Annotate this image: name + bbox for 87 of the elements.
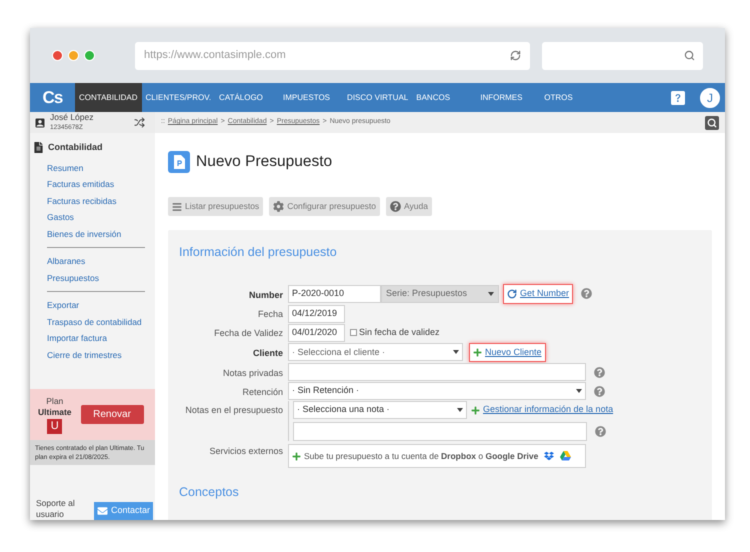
link-button[interactable]: Get Number (503, 284, 574, 304)
document-icon (168, 150, 190, 173)
contact-button[interactable]: Contactar (94, 502, 153, 520)
user-name: José López (50, 113, 94, 122)
settings-icon (273, 201, 284, 212)
notes-textarea[interactable] (288, 363, 586, 381)
nav-tab[interactable]: OTROS (540, 83, 604, 112)
renew-button[interactable]: Renovar (80, 405, 144, 424)
help-icon[interactable] (594, 386, 605, 396)
link-button[interactable]: Nuevo Cliente (469, 342, 546, 362)
nav-tab[interactable]: INFORMES (476, 83, 540, 112)
client-select[interactable]: · Selecciona el cliente · (288, 343, 463, 362)
sidebar-link[interactable]: Bienes de inversión (47, 226, 145, 242)
dropbox-icon (544, 451, 554, 461)
field-label: Servicios externos (209, 445, 283, 458)
toolbar-button[interactable]: Configurar presupuesto (269, 197, 380, 216)
section-heading: Conceptos (179, 484, 240, 500)
field-label: Notas en el presupuesto (185, 404, 283, 417)
sidebar-link[interactable]: Resumen (47, 160, 145, 176)
sidebar-link[interactable]: Facturas recibidas (47, 192, 145, 209)
plus-icon (473, 348, 482, 357)
plan-badge: U (47, 418, 62, 434)
refresh-icon (507, 288, 517, 299)
plus-icon (471, 406, 480, 414)
sidebar-link[interactable]: Exportar (47, 297, 145, 314)
sidebar-link[interactable]: Cierre de trimestres (47, 346, 145, 363)
url-field[interactable]: https://www.contasimple.com (135, 42, 530, 70)
help-icon (390, 201, 402, 212)
caret-icon (457, 408, 463, 412)
sidebar-link[interactable]: Presupuestos (47, 270, 145, 286)
series-select[interactable]: Serie: Presupuestos (381, 284, 499, 303)
retention-select[interactable]: · Sin Retención · (288, 382, 586, 400)
sidebar-link[interactable]: Gastos (47, 209, 145, 226)
sidebar-link[interactable]: Albaranes (47, 253, 145, 270)
checkbox[interactable] (350, 329, 357, 336)
plan-label: Plan (46, 396, 64, 406)
support-label: Soporte al usuario (36, 498, 76, 520)
search-button[interactable] (705, 116, 719, 130)
nav-tab[interactable]: CATÁLOGO (215, 83, 280, 112)
document-icon (34, 142, 43, 154)
mail-icon (96, 506, 108, 516)
field-label: Fecha de Validez (214, 327, 283, 340)
search-icon (707, 118, 717, 128)
note-textarea[interactable] (293, 422, 587, 441)
upload-text[interactable]: Sube tu presupuesto a tu cuenta de Dropbox o Google Drive (304, 450, 538, 462)
field-label: Number (248, 288, 283, 302)
contact-icon (34, 116, 46, 128)
help-icon[interactable] (595, 426, 606, 437)
date-field[interactable]: 04/12/2019 (288, 304, 345, 322)
sidebar-link[interactable]: Facturas emitidas (47, 176, 145, 192)
logo[interactable]: Cs (30, 83, 75, 112)
sidebar-link[interactable]: Importar factura (47, 330, 145, 346)
section-heading: Información del presupuesto (179, 244, 338, 262)
link-button[interactable]: Gestionar información de la nota (468, 401, 616, 419)
help-icon[interactable] (671, 90, 685, 104)
nav-tab[interactable]: CLIENTES/PROV. (142, 83, 216, 112)
reload-icon[interactable] (510, 50, 522, 61)
search-field[interactable] (542, 42, 703, 70)
toolbar-button[interactable]: Listar presupuestos (168, 197, 264, 216)
field-label: Fecha (258, 308, 283, 322)
toolbar-button[interactable]: Ayuda (386, 197, 432, 216)
nav-tab[interactable]: DISCO VIRTUAL (343, 83, 412, 112)
sidebar-link[interactable]: Traspaso de contabilidad (47, 314, 145, 330)
nav-tab[interactable]: BANCOS (412, 83, 476, 112)
help-icon[interactable] (581, 288, 592, 300)
field-label: Notas privadas (222, 366, 283, 380)
date-field[interactable]: 04/01/2020 (288, 324, 345, 342)
caret-icon (453, 350, 459, 354)
section-title: Contabilidad (48, 141, 102, 154)
field-label: Cliente (252, 347, 283, 360)
nav-tab[interactable]: IMPUESTOS (279, 83, 344, 112)
note-select[interactable]: · Selecciona una nota · (293, 401, 467, 419)
user-avatar[interactable]: J (699, 86, 721, 108)
number-field[interactable]: P-2020-0010 (288, 284, 381, 303)
shuffle-icon[interactable] (134, 117, 145, 128)
nav-tab[interactable]: CONTABILIDAD (75, 83, 142, 112)
help-icon[interactable] (594, 366, 605, 378)
caret-icon (576, 389, 582, 393)
caret-icon (488, 292, 494, 296)
search-icon (684, 50, 695, 61)
page-title: Nuevo Presupuesto (196, 152, 332, 172)
checkbox-label: Sin fecha de validez (359, 326, 440, 339)
plan-name: Ultimate (38, 406, 72, 418)
list-icon (172, 202, 182, 212)
drive-icon (560, 451, 572, 461)
field-label: Retención (242, 386, 283, 399)
plus-icon (292, 452, 301, 460)
